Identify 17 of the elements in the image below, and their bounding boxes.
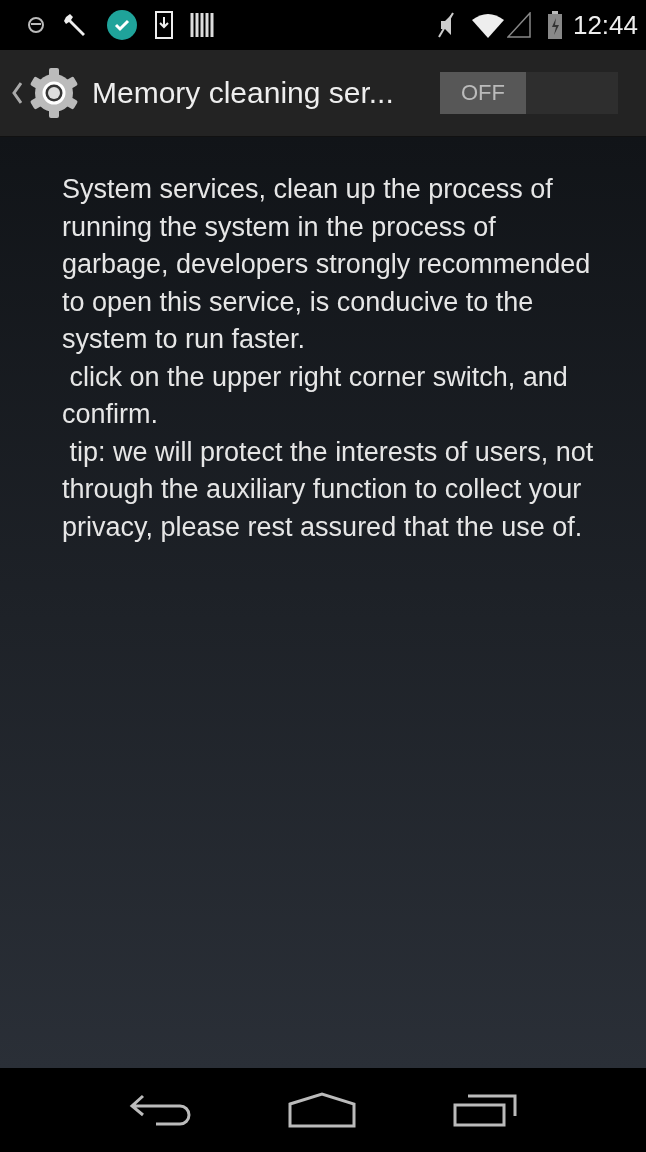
- back-icon[interactable]: [128, 1093, 191, 1127]
- battery-icon: [546, 10, 563, 40]
- home-icon[interactable]: [288, 1092, 356, 1128]
- wifi-icon: [470, 12, 505, 38]
- barcode-icon: [190, 12, 214, 38]
- recent-apps-icon[interactable]: [453, 1093, 518, 1127]
- toggle-switch[interactable]: OFF: [440, 72, 618, 114]
- muted-icon: [436, 11, 455, 39]
- clock: 12:44: [572, 9, 638, 41]
- screen-title: Memory cleaning ser...: [92, 76, 394, 110]
- back-caret-icon[interactable]: [12, 81, 22, 105]
- signal-icon: [506, 12, 531, 38]
- description-paragraph: click on the upper right corner switch, and confirm.: [62, 360, 569, 431]
- download-icon: [154, 10, 174, 40]
- description-paragraph: System services, clean up the process of running the system in the process of garbage, developers strongly recommended to open this service, is conducive to the system to run faster.: [62, 173, 592, 356]
- check-icon: [106, 9, 138, 41]
- description-paragraph: tip: we will protect the interests of users, not through the auxiliary function to collect your privacy, please rest assured that the use of.: [62, 435, 595, 544]
